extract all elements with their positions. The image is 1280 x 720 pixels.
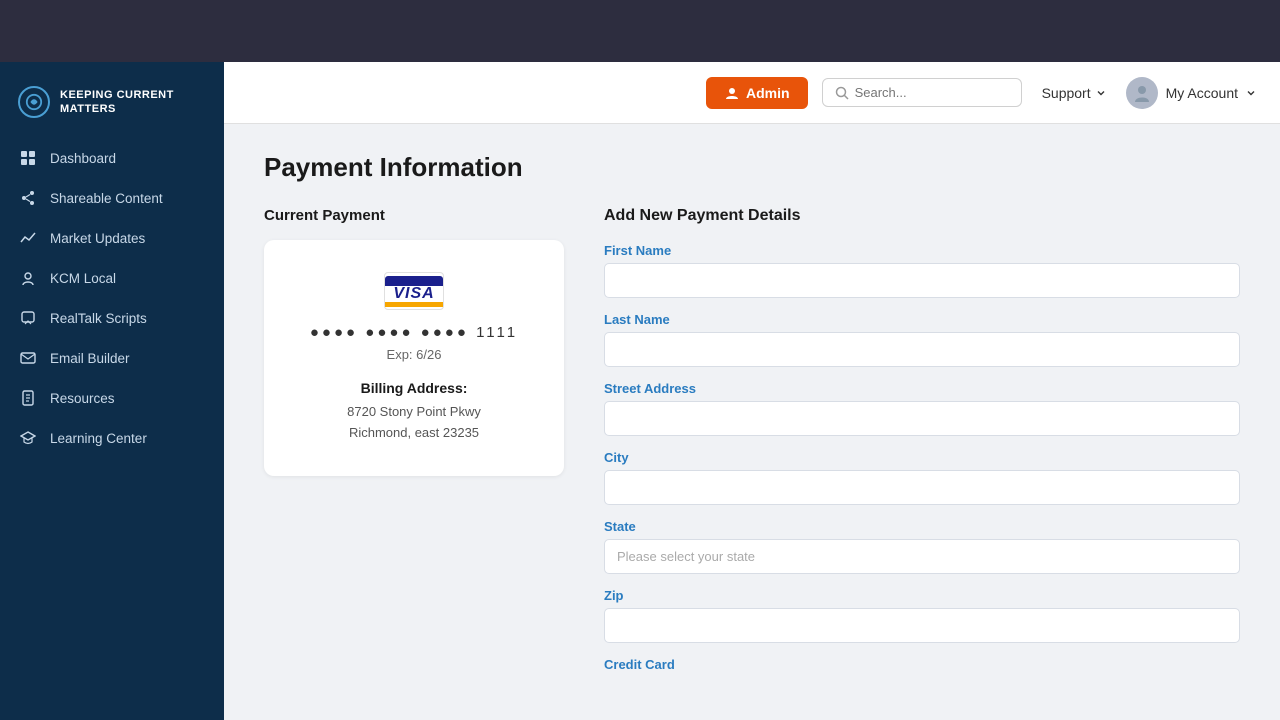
sidebar-label-dashboard: Dashboard bbox=[50, 151, 116, 166]
zip-field: Zip bbox=[604, 588, 1240, 643]
logo-text: Keeping Current Matters bbox=[60, 88, 206, 117]
add-payment-heading: Add New Payment Details bbox=[604, 207, 1240, 225]
sidebar-item-dashboard[interactable]: Dashboard bbox=[0, 138, 224, 178]
market-updates-icon bbox=[18, 228, 38, 248]
card-number: ●●●● ●●●● ●●●● 1111 bbox=[292, 324, 536, 341]
search-icon bbox=[835, 86, 849, 100]
header: Admin Support My Account bbox=[224, 62, 1280, 124]
last-name-field: Last Name bbox=[604, 312, 1240, 367]
first-name-input[interactable] bbox=[604, 263, 1240, 298]
state-field: State Please select your state Alabama A… bbox=[604, 519, 1240, 574]
billing-address-label: Billing Address: bbox=[292, 380, 536, 396]
search-bar[interactable] bbox=[822, 78, 1022, 107]
first-name-label: First Name bbox=[604, 243, 1240, 258]
logo-icon bbox=[18, 86, 50, 118]
zip-input[interactable] bbox=[604, 608, 1240, 643]
credit-card-label: Credit Card bbox=[604, 657, 1240, 672]
account-chevron-icon bbox=[1246, 88, 1256, 98]
admin-button[interactable]: Admin bbox=[706, 77, 808, 109]
city-label: City bbox=[604, 450, 1240, 465]
support-menu[interactable]: Support bbox=[1042, 85, 1106, 101]
account-menu[interactable]: My Account bbox=[1126, 77, 1256, 109]
last-name-label: Last Name bbox=[604, 312, 1240, 327]
sidebar-label-resources: Resources bbox=[50, 391, 115, 406]
sidebar-label-market: Market Updates bbox=[50, 231, 145, 246]
state-select[interactable]: Please select your state Alabama Alaska … bbox=[604, 539, 1240, 574]
billing-address-line1: 8720 Stony Point Pkwy bbox=[347, 404, 481, 419]
payment-layout: Current Payment VISA ●●●● ●●●● ●●●● 1111… bbox=[264, 207, 1240, 686]
sidebar-label-email: Email Builder bbox=[50, 351, 130, 366]
sidebar-logo[interactable]: Keeping Current Matters bbox=[0, 70, 224, 138]
admin-label: Admin bbox=[746, 85, 790, 101]
support-chevron-icon bbox=[1096, 88, 1106, 98]
sidebar: Keeping Current Matters Dashboard Sharea… bbox=[0, 62, 224, 720]
kcm-local-icon bbox=[18, 268, 38, 288]
page-title: Payment Information bbox=[264, 152, 1240, 183]
last-name-input[interactable] bbox=[604, 332, 1240, 367]
learning-center-icon bbox=[18, 428, 38, 448]
visa-logo: VISA bbox=[384, 272, 444, 310]
street-address-label: Street Address bbox=[604, 381, 1240, 396]
sidebar-label-realtalk: RealTalk Scripts bbox=[50, 311, 147, 326]
support-label: Support bbox=[1042, 85, 1091, 101]
billing-address: 8720 Stony Point Pkwy Richmond, east 232… bbox=[292, 402, 536, 444]
admin-icon bbox=[724, 85, 740, 101]
sidebar-label-kcm: KCM Local bbox=[50, 271, 116, 286]
street-address-field: Street Address bbox=[604, 381, 1240, 436]
first-name-field: First Name bbox=[604, 243, 1240, 298]
sidebar-item-shareable-content[interactable]: Shareable Content bbox=[0, 178, 224, 218]
visa-blue-bar bbox=[385, 276, 443, 286]
avatar bbox=[1126, 77, 1158, 109]
sidebar-item-email-builder[interactable]: Email Builder bbox=[0, 338, 224, 378]
sidebar-nav: Dashboard Shareable Content Market Updat… bbox=[0, 138, 224, 458]
current-payment-heading: Current Payment bbox=[264, 207, 564, 224]
add-payment-section: Add New Payment Details First Name Last … bbox=[604, 207, 1240, 686]
city-input[interactable] bbox=[604, 470, 1240, 505]
shareable-content-icon bbox=[18, 188, 38, 208]
sidebar-item-market-updates[interactable]: Market Updates bbox=[0, 218, 224, 258]
sidebar-item-resources[interactable]: Resources bbox=[0, 378, 224, 418]
sidebar-item-learning-center[interactable]: Learning Center bbox=[0, 418, 224, 458]
resources-icon bbox=[18, 388, 38, 408]
state-label: State bbox=[604, 519, 1240, 534]
sidebar-label-learning: Learning Center bbox=[50, 431, 147, 446]
street-address-input[interactable] bbox=[604, 401, 1240, 436]
main-area: Admin Support My Account Payment Informa… bbox=[224, 62, 1280, 720]
current-payment-section: Current Payment VISA ●●●● ●●●● ●●●● 1111… bbox=[264, 207, 564, 476]
visa-text: VISA bbox=[393, 286, 434, 302]
sidebar-item-kcm-local[interactable]: KCM Local bbox=[0, 258, 224, 298]
dashboard-icon bbox=[18, 148, 38, 168]
browser-chrome bbox=[0, 0, 1280, 62]
email-builder-icon bbox=[18, 348, 38, 368]
sidebar-label-shareable: Shareable Content bbox=[50, 191, 163, 206]
sidebar-item-realtalk-scripts[interactable]: RealTalk Scripts bbox=[0, 298, 224, 338]
card-expiry: Exp: 6/26 bbox=[292, 347, 536, 362]
realtalk-icon bbox=[18, 308, 38, 328]
credit-card-field: Credit Card bbox=[604, 657, 1240, 672]
account-label: My Account bbox=[1166, 85, 1238, 101]
visa-yellow-bar bbox=[385, 302, 443, 307]
main-content: Payment Information Current Payment VISA… bbox=[224, 124, 1280, 720]
billing-address-line2: Richmond, east 23235 bbox=[349, 425, 479, 440]
payment-card: VISA ●●●● ●●●● ●●●● 1111 Exp: 6/26 Billi… bbox=[264, 240, 564, 476]
search-input[interactable] bbox=[855, 85, 1009, 100]
zip-label: Zip bbox=[604, 588, 1240, 603]
city-field: City bbox=[604, 450, 1240, 505]
